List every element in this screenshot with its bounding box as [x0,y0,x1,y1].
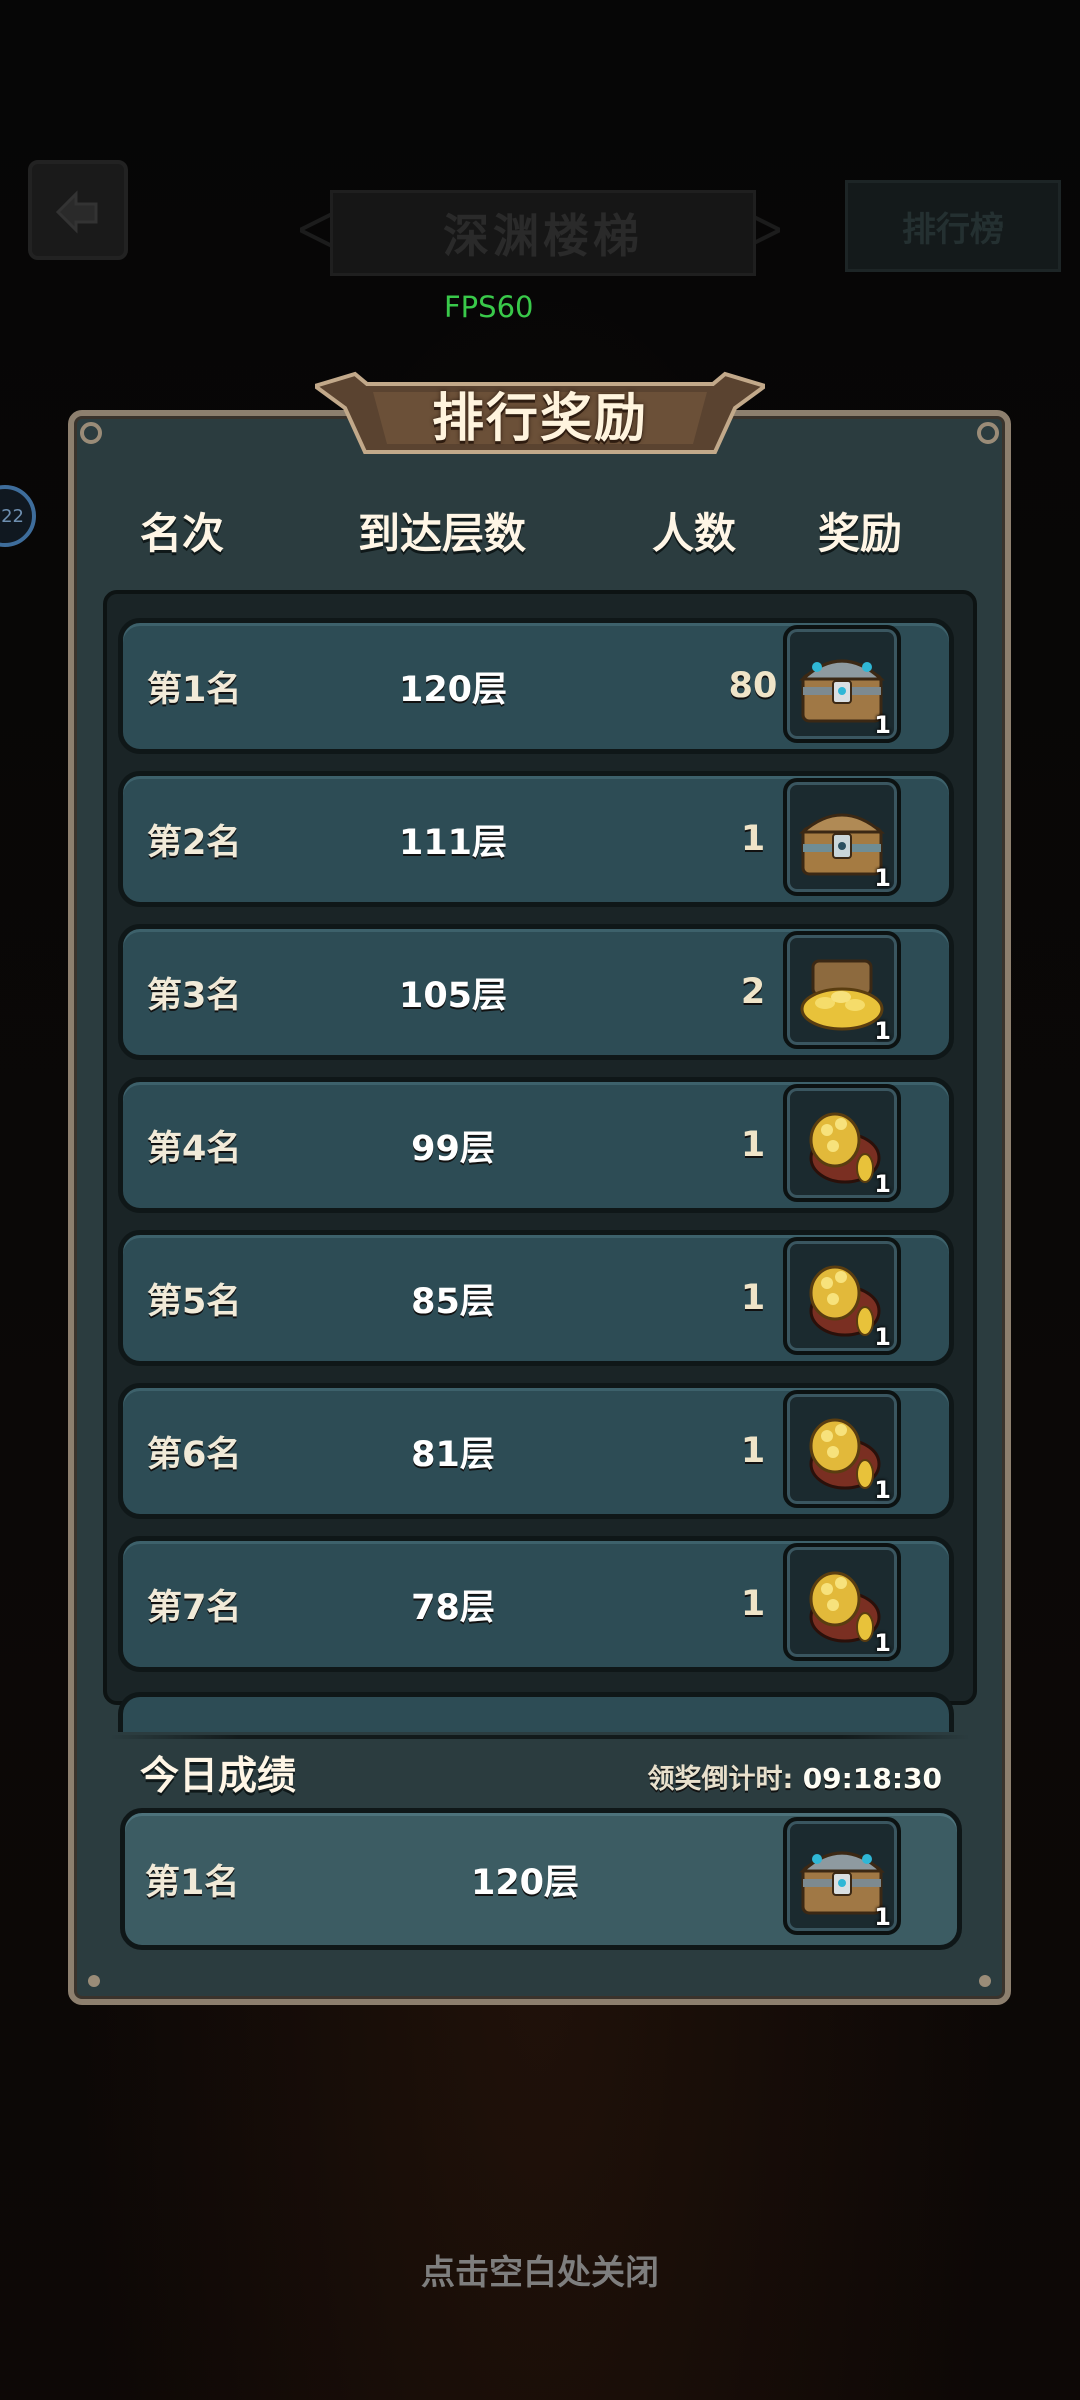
reward-slot[interactable]: 1 [783,1084,901,1202]
floor-value: 120层 [398,669,508,710]
back-arrow-icon [55,190,98,234]
ranking-row: 第3名 105层 2 1 [118,924,954,1060]
close-hint[interactable]: 点击空白处关闭 [0,2245,1080,2294]
today-result-row: 第1名 120层 1 [120,1808,962,1950]
page-title: 深渊楼梯 [330,190,756,276]
back-button[interactable] [28,160,128,260]
reward-countdown: 领奖倒计时: 09:18:30 [647,1757,942,1796]
floor-value: 81层 [411,1434,495,1475]
reward-slot[interactable]: 1 [783,1817,901,1935]
reward-quantity: 1 [874,1903,891,1931]
ranking-row: 第2名 111层 1 1 [118,771,954,907]
today-rank: 第1名 [145,1862,240,1903]
ranking-row: 第4名 99层 1 1 [118,1077,954,1213]
reward-slot[interactable]: 1 [783,778,901,896]
reward-quantity: 1 [874,1170,891,1198]
leaderboard-button[interactable]: 排行榜 [845,180,1061,272]
floor-value: 99层 [411,1128,495,1169]
rank-label: 第2名 [147,822,242,863]
ranking-row: 第6名 81层 1 1 [118,1383,954,1519]
reward-slot[interactable]: 1 [783,1237,901,1355]
rank-label: 第7名 [147,1587,242,1628]
today-floor: 120层 [470,1862,580,1903]
ranking-row-partial [118,1692,954,1732]
section-divider [110,1735,970,1739]
rank-label: 第1名 [147,669,242,710]
header-floor: 到达层数 [358,509,527,558]
reward-quantity: 1 [874,864,891,892]
ranking-row: 第1名 120层 80 1 [118,618,954,754]
today-result-label: 今日成绩 [140,1754,297,1799]
rank-label: 第3名 [147,975,242,1016]
countdown-label: 领奖倒计时: [647,1764,794,1795]
ranking-row: 第5名 85层 1 1 [118,1230,954,1366]
rank-label: 第5名 [147,1281,242,1322]
panel-title: 排行奖励 [431,388,648,449]
reward-slot[interactable]: 1 [783,1390,901,1508]
corner-dot [88,1975,100,1987]
fps-counter: FPS60 [444,290,534,324]
corner-ornament [80,422,102,444]
floor-value: 85层 [411,1281,495,1322]
corner-ornament [977,422,999,444]
reward-quantity: 1 [874,1476,891,1504]
rank-label: 第6名 [147,1434,242,1475]
floor-value: 111层 [398,822,508,863]
header-rank: 名次 [140,509,225,558]
reward-slot[interactable]: 1 [783,625,901,743]
floor-value: 105层 [398,975,508,1016]
corner-dot [979,1975,991,1987]
countdown-value: 09:18:30 [802,1762,942,1795]
reward-slot[interactable]: 1 [783,931,901,1049]
reward-quantity: 1 [874,1629,891,1657]
reward-quantity: 1 [874,711,891,739]
header-reward: 奖励 [818,509,903,558]
header-count: 人数 [652,509,737,558]
reward-quantity: 1 [874,1017,891,1045]
ranking-row: 第7名 78层 1 1 [118,1536,954,1672]
rank-label: 第4名 [147,1128,242,1169]
reward-quantity: 1 [874,1323,891,1351]
reward-slot[interactable]: 1 [783,1543,901,1661]
floor-value: 78层 [411,1587,495,1628]
